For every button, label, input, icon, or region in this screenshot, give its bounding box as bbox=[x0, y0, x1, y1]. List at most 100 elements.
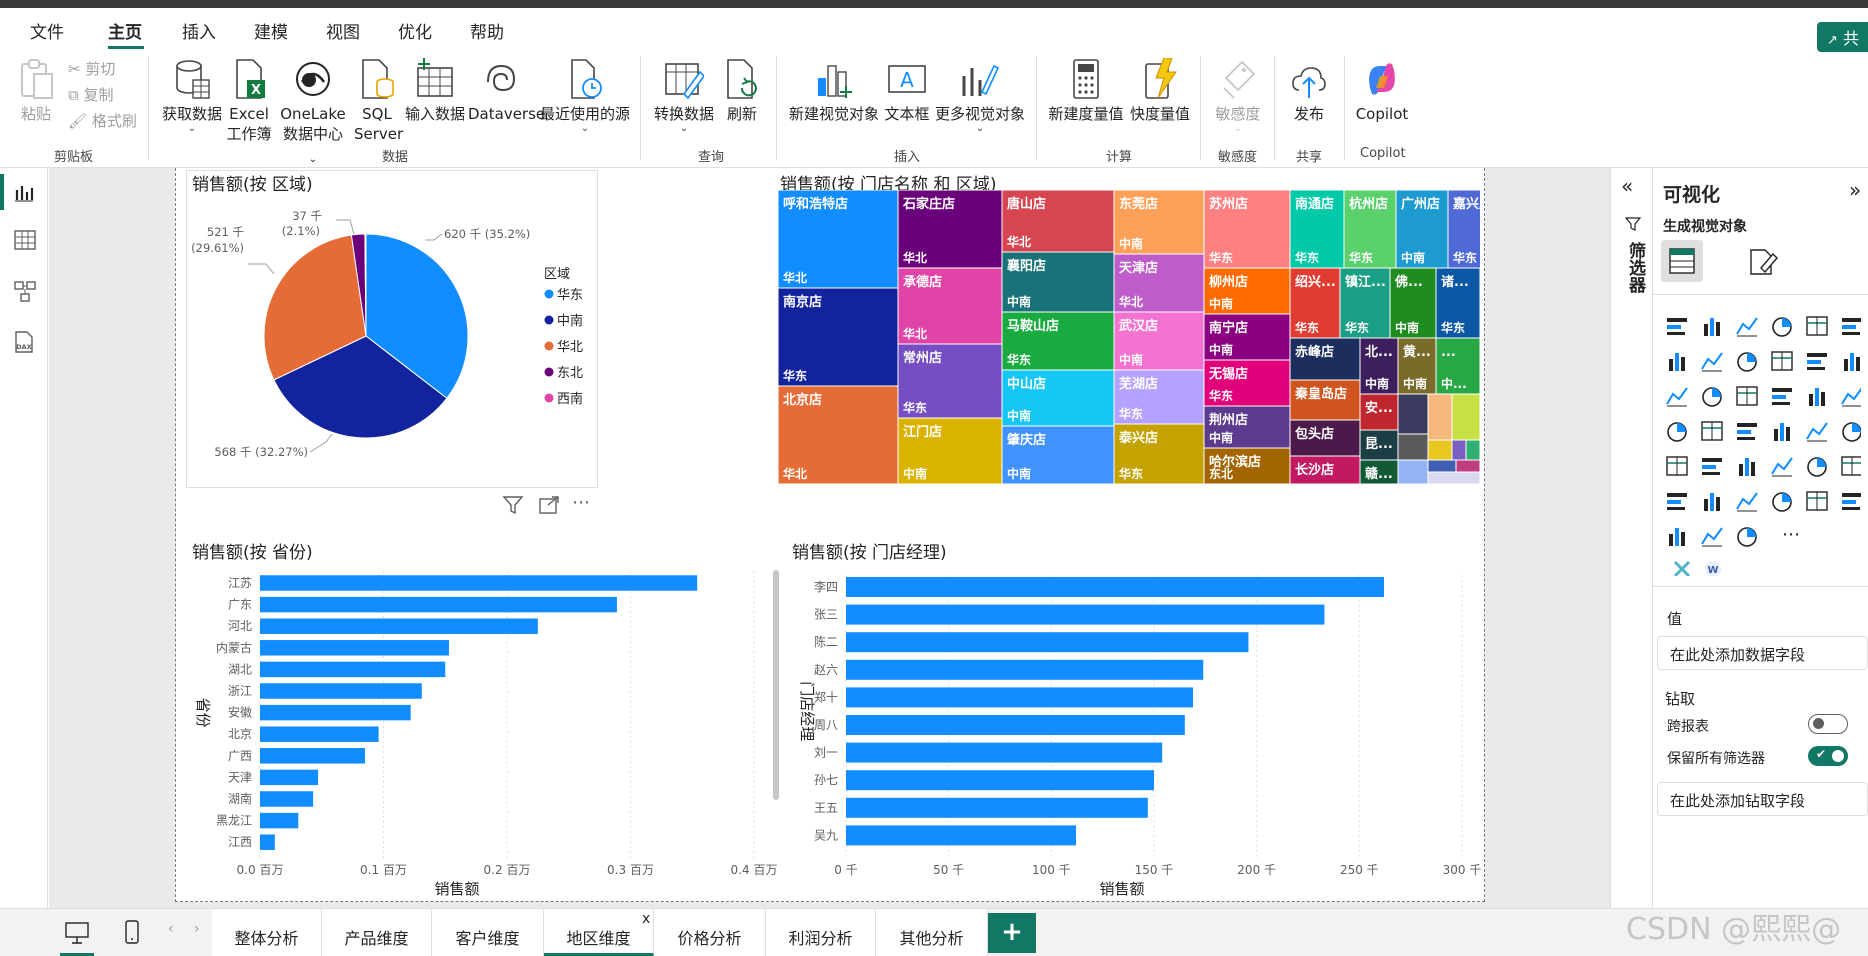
bar[interactable] bbox=[260, 769, 319, 786]
visual-type-icon[interactable] bbox=[1842, 493, 1861, 510]
menu-insert[interactable]: 插入 bbox=[182, 18, 216, 43]
transform-data-button[interactable]: 转换数据 ⌄ bbox=[652, 58, 716, 134]
menu-optimize[interactable]: 优化 bbox=[398, 18, 432, 43]
copy-button[interactable]: ⧉ 复制 bbox=[68, 84, 114, 105]
expand-right-icon[interactable]: » bbox=[1849, 178, 1861, 202]
legend-label[interactable]: 华北 bbox=[557, 340, 583, 355]
bar[interactable] bbox=[260, 812, 299, 829]
visual-type-icon[interactable] bbox=[1772, 317, 1792, 337]
cross-report-toggle[interactable] bbox=[1808, 714, 1848, 734]
bar[interactable] bbox=[260, 748, 365, 764]
visual-type-icon[interactable] bbox=[1737, 527, 1757, 547]
menu-modeling[interactable]: 建模 bbox=[254, 18, 288, 43]
scrollbar[interactable] bbox=[773, 570, 779, 800]
visual-type-icon[interactable] bbox=[1774, 423, 1790, 441]
excel-workbook-button[interactable]: X Excel 工作簿 bbox=[224, 58, 274, 144]
bar[interactable] bbox=[260, 726, 379, 742]
mobile-layout-icon[interactable] bbox=[124, 919, 140, 945]
bar[interactable] bbox=[846, 742, 1163, 763]
treemap-cell[interactable] bbox=[1427, 393, 1453, 441]
visual-type-icon[interactable] bbox=[1806, 316, 1828, 336]
treemap-cell[interactable] bbox=[1397, 459, 1429, 484]
enter-data-button[interactable]: 输入数据 bbox=[404, 58, 466, 124]
visual-type-icon[interactable] bbox=[1809, 388, 1825, 406]
visual-type-icon[interactable] bbox=[1771, 457, 1793, 477]
legend-label[interactable]: 西南 bbox=[557, 391, 583, 407]
visual-type-icon[interactable] bbox=[1739, 458, 1755, 476]
bar[interactable] bbox=[260, 661, 446, 678]
drill-field-well[interactable]: 在此处添加钻取字段 bbox=[1657, 782, 1868, 816]
quick-measure-button[interactable]: 快度量值 bbox=[1128, 58, 1192, 124]
bar[interactable] bbox=[846, 632, 1249, 653]
treemap-chart[interactable]: 呼和浩特店华北南京店华东北京店华北石家庄店华北承德店华北常州店华东江门店中南唐山… bbox=[778, 190, 1480, 484]
visual-type-icon[interactable]: ⋯ bbox=[1782, 524, 1800, 545]
scroll-left-icon[interactable]: ‹ bbox=[168, 921, 174, 937]
filter-icon[interactable] bbox=[502, 495, 524, 515]
tab-other[interactable]: 其他分析 bbox=[876, 909, 988, 956]
visual-type-icon[interactable] bbox=[1842, 318, 1861, 335]
bar[interactable] bbox=[846, 577, 1384, 597]
menu-file[interactable]: 文件 bbox=[30, 18, 64, 43]
filter-pane-collapsed[interactable]: « 筛选器 bbox=[1610, 168, 1652, 908]
refresh-button[interactable]: 刷新 bbox=[720, 58, 764, 124]
bar[interactable] bbox=[260, 575, 698, 591]
bar[interactable] bbox=[260, 618, 538, 634]
bar[interactable] bbox=[260, 596, 617, 613]
bar[interactable] bbox=[846, 659, 1204, 680]
visual-type-icon[interactable] bbox=[1667, 422, 1687, 442]
treemap-cell[interactable] bbox=[1427, 459, 1457, 473]
bar[interactable] bbox=[260, 683, 422, 699]
visual-type-gallery[interactable]: ⋯W bbox=[1661, 306, 1861, 576]
legend-label[interactable]: 东北 bbox=[557, 366, 583, 381]
recent-sources-button[interactable]: 最近使用的源 ⌄ bbox=[538, 58, 632, 134]
copilot-button[interactable]: Copilot bbox=[1352, 58, 1412, 124]
treemap-cell[interactable] bbox=[1427, 471, 1480, 484]
values-field-well[interactable]: 在此处添加数据字段 bbox=[1657, 636, 1868, 670]
dataverse-button[interactable]: Dataverse bbox=[468, 58, 545, 124]
report-view-icon[interactable] bbox=[14, 182, 34, 202]
visual-type-icon[interactable] bbox=[1669, 353, 1685, 371]
visual-type-icon[interactable] bbox=[1666, 387, 1688, 407]
model-view-icon[interactable] bbox=[14, 280, 36, 302]
visual-type-icon[interactable] bbox=[1704, 318, 1720, 336]
treemap-cell[interactable] bbox=[1397, 433, 1429, 461]
cut-button[interactable]: ✂ 剪切 bbox=[68, 58, 115, 79]
bar[interactable] bbox=[260, 791, 314, 807]
menu-home[interactable]: 主页 bbox=[108, 18, 142, 43]
visual-type-icon[interactable] bbox=[1844, 353, 1860, 371]
desktop-layout-icon[interactable] bbox=[64, 921, 90, 945]
publish-button[interactable]: 发布 bbox=[1284, 58, 1334, 124]
get-data-button[interactable]: 获取数据 ⌄ bbox=[160, 58, 224, 134]
visual-type-icon[interactable] bbox=[1737, 423, 1757, 440]
sql-server-button[interactable]: SQL Server bbox=[354, 58, 403, 144]
treemap-cell[interactable] bbox=[1451, 393, 1480, 441]
bar[interactable] bbox=[846, 715, 1185, 735]
visual-type-icon[interactable] bbox=[1701, 421, 1723, 441]
visual-type-icon[interactable] bbox=[1842, 422, 1861, 442]
build-visual-tab[interactable] bbox=[1661, 240, 1703, 282]
keep-filters-toggle[interactable]: ✔ bbox=[1808, 746, 1848, 766]
word-visual-icon[interactable]: W bbox=[1705, 561, 1721, 576]
bar[interactable] bbox=[260, 704, 411, 721]
legend-label[interactable]: 华东 bbox=[557, 288, 583, 303]
treemap-cell[interactable] bbox=[1455, 459, 1480, 473]
visual-type-icon[interactable] bbox=[1666, 456, 1688, 476]
visual-type-icon[interactable] bbox=[1807, 353, 1827, 370]
add-page-button[interactable]: + bbox=[988, 913, 1036, 953]
visual-type-icon[interactable] bbox=[1702, 387, 1722, 407]
collapse-left-icon[interactable]: « bbox=[1621, 174, 1633, 198]
bar-manager-chart[interactable]: 0 千 50 千 100 千 150 千 200 千 250 千 300 千 李四张三陈二赵六… bbox=[786, 562, 1486, 904]
new-visual-button[interactable]: 新建视觉对象 bbox=[786, 58, 882, 124]
legend-label[interactable]: 中南 bbox=[557, 313, 583, 329]
visual-type-icon[interactable] bbox=[1736, 386, 1758, 406]
bar-province-chart[interactable]: 0.0 百万 0.1 百万 0.2 百万 0.3 百万 0.4 百万 江苏广东河北内蒙古湖… bbox=[186, 562, 782, 904]
dax-query-icon[interactable]: DAX bbox=[12, 330, 36, 354]
more-options-icon[interactable]: ⋯ bbox=[572, 492, 590, 513]
format-painter-button[interactable]: 🖌 格式刷 bbox=[68, 110, 137, 131]
visual-type-icon[interactable] bbox=[1737, 352, 1757, 372]
visual-type-icon[interactable] bbox=[1702, 458, 1722, 475]
menu-view[interactable]: 视图 bbox=[326, 18, 360, 43]
pie-chart[interactable]: 620 千 (35.2%) 568 千 (32.27%) 521 千 (29.61%)… bbox=[186, 194, 598, 488]
format-visual-icon[interactable] bbox=[1747, 246, 1779, 278]
treemap-cell[interactable] bbox=[1427, 439, 1453, 461]
